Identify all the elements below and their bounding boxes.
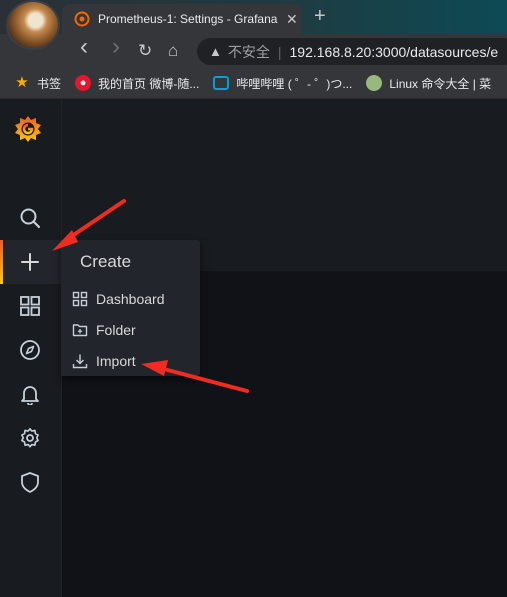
url-separator: | (277, 43, 282, 60)
bookmark-label: 哔哩哔哩 ( ゜- ゜)つ... (236, 76, 353, 91)
dashboard-grid-icon (72, 291, 88, 307)
warning-icon: ▲ (209, 44, 222, 59)
import-icon (72, 354, 88, 369)
new-tab-button[interactable]: + (314, 4, 326, 28)
grafana-logo[interactable] (13, 114, 43, 144)
explore-icon[interactable] (19, 339, 41, 361)
bookmarks-bar: ★ 书签 ● 我的首页 微博-随... 哔哩哔哩 ( ゜- ゜)つ... Lin… (0, 68, 507, 99)
menu-item-folder[interactable]: Folder (72, 322, 136, 338)
side-menu (0, 99, 62, 597)
menu-item-label: Import (96, 353, 136, 369)
home-button[interactable]: ⌂ (168, 41, 178, 61)
folder-plus-icon (72, 324, 88, 337)
tab-title: Prometheus-1: Settings - Grafana (98, 12, 278, 26)
menu-item-label: Folder (96, 322, 136, 338)
forward-button[interactable]: › (112, 35, 120, 59)
plus-icon[interactable] (19, 251, 41, 273)
bookmark-label: 我的首页 微博-随... (98, 76, 200, 91)
menu-item-dashboard[interactable]: Dashboard (72, 291, 165, 307)
reload-button[interactable]: ↻ (138, 41, 152, 61)
active-indicator (0, 240, 3, 284)
configuration-icon[interactable] (19, 427, 41, 449)
search-icon[interactable] (19, 207, 41, 229)
profile-avatar[interactable] (6, 0, 60, 50)
weibo-icon: ● (75, 75, 92, 91)
browser-toolbar: ‹ › ↻ ⌂ ▲ 不安全 | 192.168.8.20:3000/dataso… (0, 34, 507, 68)
browser-tab-bar: Prometheus-1: Settings - Grafana ✕ + (0, 0, 507, 50)
bookmark-item[interactable]: ★ 书签 (14, 75, 61, 92)
runoob-icon (366, 75, 383, 91)
bookmark-label: 书签 (37, 76, 62, 91)
back-button[interactable]: ‹ (80, 35, 88, 59)
bookmark-item[interactable]: 哔哩哔哩 ( ゜- ゜)つ... (213, 75, 352, 92)
dashboards-icon[interactable] (19, 295, 41, 317)
grafana-favicon-icon (74, 11, 90, 27)
menu-item-import[interactable]: Import (72, 353, 136, 369)
shield-icon[interactable] (19, 471, 41, 493)
tab-close-icon[interactable]: ✕ (286, 11, 298, 28)
bookmark-label: Linux 命令大全 | 菜 (389, 76, 492, 91)
url-text: 192.168.8.20:3000/datasources/e (289, 43, 499, 60)
insecure-label: 不安全 (227, 43, 270, 60)
bookmark-item[interactable]: ● 我的首页 微博-随... (75, 75, 199, 92)
grafana-app: Create Dashboard Folder Import (0, 99, 507, 597)
alerting-icon[interactable] (19, 383, 41, 405)
bilibili-icon (213, 76, 230, 90)
menu-item-label: Dashboard (96, 291, 165, 307)
browser-tab[interactable]: Prometheus-1: Settings - Grafana ✕ (62, 4, 302, 34)
sidebar-item-create[interactable] (0, 240, 61, 284)
bookmark-item[interactable]: Linux 命令大全 | 菜 (366, 75, 491, 92)
address-bar[interactable]: ▲ 不安全 | 192.168.8.20:3000/datasources/e (197, 38, 507, 65)
create-menu: Create Dashboard Folder Import (61, 240, 200, 376)
star-icon: ★ (15, 74, 29, 91)
create-menu-header[interactable]: Create (80, 252, 131, 272)
